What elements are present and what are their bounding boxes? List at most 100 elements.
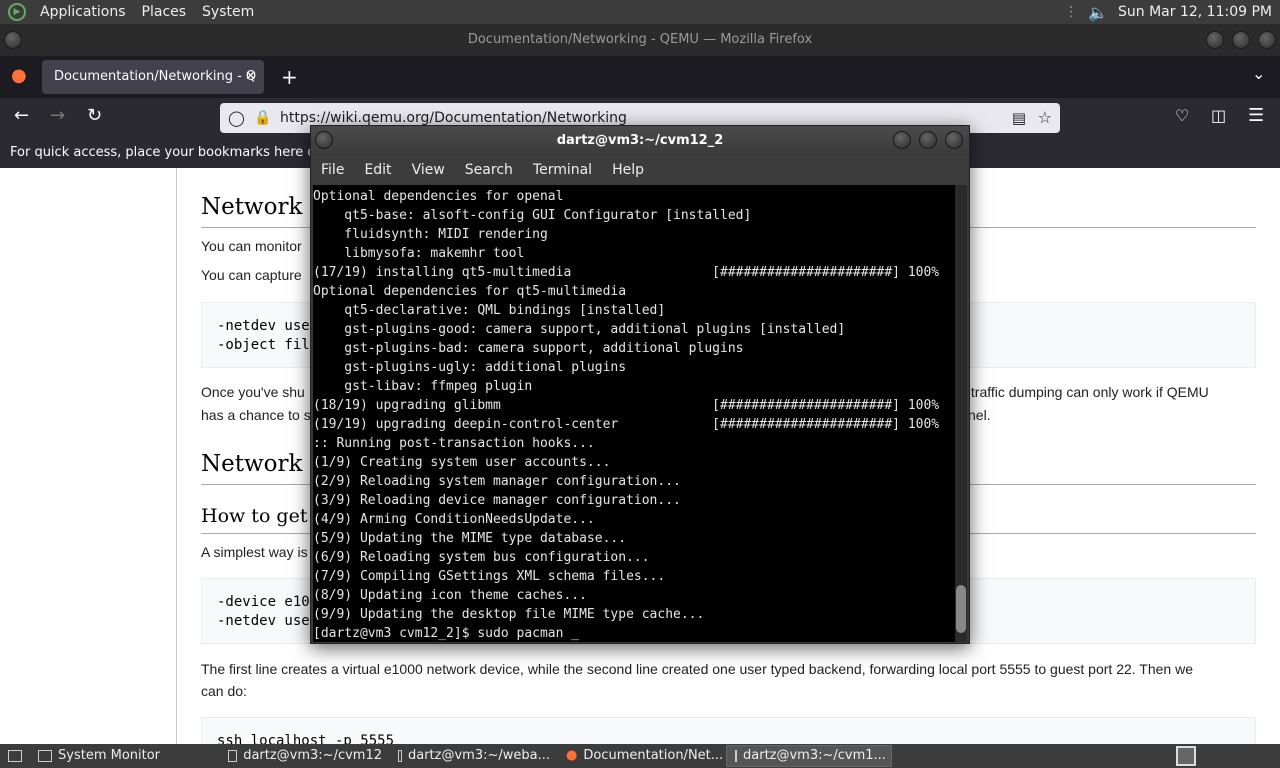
terminal-line: fluidsynth: MIDI rendering (313, 227, 548, 242)
menu-applications[interactable]: Applications (32, 0, 134, 24)
paragraph-capture: You can capture (201, 267, 302, 283)
new-tab-icon[interactable]: + (281, 65, 298, 89)
taskbar-item-label: Documentation/Net... (583, 748, 724, 763)
terminal-line: Optional dependencies for qt5-multimedia (313, 284, 627, 299)
terminal-line: Optional dependencies for openal (313, 189, 564, 204)
paragraph-chance: has a chance to s (201, 407, 311, 423)
url-text[interactable]: https://wiki.qemu.org/Documentation/Netw… (280, 110, 627, 126)
terminal-line: (6/9) Reloading system bus configuration… (313, 550, 650, 565)
terminal-menu-file[interactable]: File (311, 156, 354, 184)
terminal-line: libmysofa: makemhr tool (313, 246, 525, 261)
terminal-titlebar[interactable]: dartz@vm3:~/cvm12_2 (311, 126, 969, 156)
lock-icon[interactable]: 🔒 (254, 103, 271, 133)
code-line: -object fil (217, 337, 310, 353)
workspace-switcher[interactable] (1176, 746, 1196, 766)
back-icon[interactable]: ← (14, 105, 29, 126)
hamburger-menu-icon[interactable]: ☰ (1248, 105, 1264, 126)
paragraph-can-do: can do: (201, 683, 247, 699)
code-line: -netdev use (217, 613, 310, 629)
taskbar-item-label: dartz@vm3:~/weba... (407, 748, 550, 763)
extensions-icon[interactable]: ◫ (1211, 106, 1226, 125)
taskbar-item-terminal-cvm12[interactable]: dartz@vm3:~/cvm12 (220, 745, 390, 767)
window-title: Documentation/Networking - QEMU — Mozill… (467, 32, 813, 47)
reload-icon[interactable]: ↻ (87, 105, 102, 126)
firefox-icon[interactable]: ● (11, 65, 27, 86)
terminal-menu-search[interactable]: Search (455, 156, 523, 184)
terminal-line: (8/9) Updating icon theme caches... (313, 588, 587, 603)
terminal-menu-edit[interactable]: Edit (354, 156, 401, 184)
terminal-line: (3/9) Reloading device manager configura… (313, 493, 681, 508)
paragraph-once-right: k traffic dumping can only work if QEMU (960, 384, 1209, 400)
terminal-window[interactable]: dartz@vm3:~/cvm12_2 File Edit View Searc… (310, 125, 970, 644)
firefox-titlebar: Documentation/Networking - QEMU — Mozill… (0, 24, 1280, 56)
code-line: ssh localhost -p 5555 (217, 733, 395, 744)
forward-icon[interactable]: → (50, 105, 65, 126)
terminal-scrollbar-thumb[interactable] (956, 585, 966, 633)
terminal-line: [dartz@vm3 cvm12_2]$ sudo pacman _ (313, 626, 580, 641)
terminal-window-menu-button[interactable] (315, 131, 333, 149)
terminal-line: (17/19) installing qt5-multimedia [#####… (313, 265, 940, 280)
terminal-menu-help[interactable]: Help (602, 156, 654, 184)
window-menu-button[interactable] (4, 31, 22, 49)
terminal-line: (19/19) upgrading deepin-control-center … (313, 417, 940, 432)
terminal-title: dartz@vm3:~/cvm12_2 (556, 133, 724, 148)
terminal-screen[interactable]: Optional dependencies for openal qt5-bas… (313, 185, 955, 642)
close-button[interactable] (1258, 31, 1276, 49)
top-panel: ▶ Applications Places System ⋮ 🔈 Sun Mar… (0, 0, 1280, 24)
terminal-line: (5/9) Updating the MIME type database... (313, 531, 627, 546)
terminal-close-button[interactable] (945, 131, 963, 149)
clock[interactable]: Sun Mar 12, 11:09 PM (1118, 4, 1272, 20)
pocket-icon[interactable]: ♡ (1175, 106, 1189, 125)
code-line: -netdev use (217, 318, 310, 334)
firefox-icon: ● (566, 748, 578, 763)
terminal-maximize-button[interactable] (919, 131, 937, 149)
bookmarks-hint: For quick access, place your bookmarks h… (10, 145, 350, 160)
taskbar-item-firefox[interactable]: ● Documentation/Net... (558, 745, 726, 767)
terminal-icon (228, 750, 238, 762)
terminal-line: :: Running post-transaction hooks... (313, 436, 595, 451)
volume-icon[interactable]: 🔈 (1088, 3, 1108, 22)
tab-bar: ● Documentation/Networking - Q ✕ + ⌄ (0, 56, 1280, 98)
terminal-line: (1/9) Creating system user accounts... (313, 455, 611, 470)
terminal-line: (9/9) Updating the desktop file MIME typ… (313, 607, 705, 622)
list-all-tabs-icon[interactable]: ⌄ (1252, 64, 1265, 83)
taskbar-item-label: System Monitor (58, 748, 161, 763)
terminal-icon (398, 750, 402, 762)
terminal-minimize-button[interactable] (893, 131, 911, 149)
terminal-line: gst-plugins-ugly: additional plugins (313, 360, 627, 375)
terminal-menu-terminal[interactable]: Terminal (523, 156, 602, 184)
desktop-icon (8, 750, 22, 762)
menu-system[interactable]: System (194, 0, 262, 24)
terminal-line: gst-libav: ffmpeg plugin (313, 379, 533, 394)
terminal-menu-view[interactable]: View (402, 156, 455, 184)
terminal-line: (18/19) upgrading glibmm [##############… (313, 398, 940, 413)
shield-icon[interactable]: ◯ (228, 103, 245, 133)
terminal-line: (7/9) Compiling GSettings XML schema fil… (313, 569, 666, 584)
terminal-line: gst-plugins-bad: camera support, additio… (313, 341, 744, 356)
taskbar-item-label: dartz@vm3:~/cvm1... (743, 748, 886, 763)
sidebar-divider (176, 168, 177, 744)
tab-close-icon[interactable]: ✕ (245, 60, 256, 94)
heading-how-to-get: How to get S (201, 505, 327, 527)
reader-view-icon[interactable]: ▤ (1012, 103, 1026, 133)
menu-places[interactable]: Places (134, 0, 195, 24)
minimize-button[interactable] (1206, 31, 1224, 49)
show-desktop-button[interactable] (0, 745, 30, 767)
taskbar-item-terminal-cvm12-2[interactable]: dartz@vm3:~/cvm1... (726, 745, 892, 767)
tab-documentation-networking[interactable]: Documentation/Networking - Q ✕ (42, 60, 264, 94)
terminal-scrollbar[interactable] (955, 185, 967, 642)
terminal-line: (2/9) Reloading system manager configura… (313, 474, 681, 489)
paragraph-monitor: You can monitor (201, 238, 302, 254)
paragraph-chance-right: nel. (968, 407, 991, 423)
taskbar-item-terminal-weba[interactable]: dartz@vm3:~/weba... (390, 745, 558, 767)
terminal-line: (4/9) Arming ConditionNeedsUpdate... (313, 512, 595, 527)
terminal-menubar: File Edit View Search Terminal Help (311, 156, 969, 184)
terminal-line: gst-plugins-good: camera support, additi… (313, 322, 846, 337)
taskbar-item-system-monitor[interactable]: System Monitor (30, 745, 220, 767)
paragraph-simplest: A simplest way is (201, 544, 308, 560)
distro-logo-icon[interactable]: ▶ (8, 3, 26, 21)
maximize-button[interactable] (1232, 31, 1250, 49)
terminal-line: qt5-base: alsoft-config GUI Configurator… (313, 208, 752, 223)
terminal-line: qt5-declarative: QML bindings [installed… (313, 303, 666, 318)
bookmark-star-icon[interactable]: ☆ (1038, 103, 1052, 133)
